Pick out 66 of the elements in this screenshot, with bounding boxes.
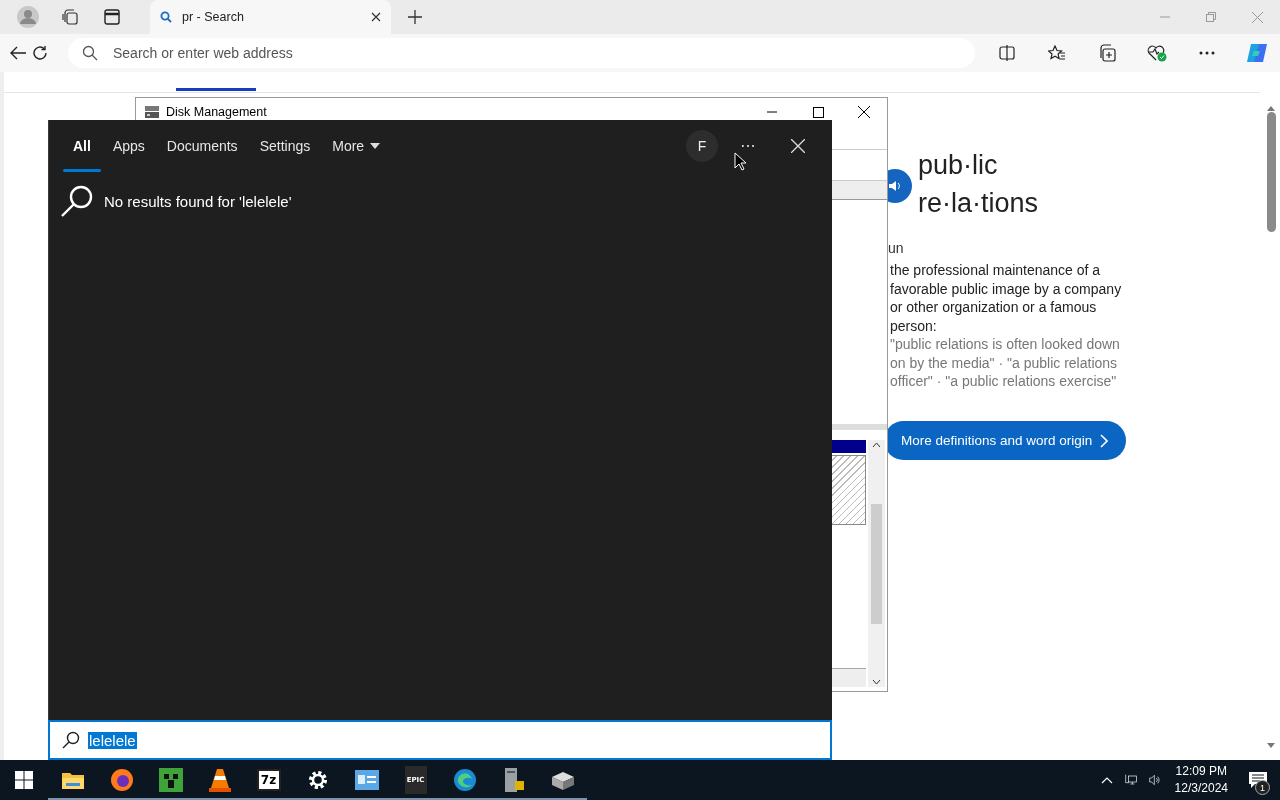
browser-tab[interactable]: pr - Search [150,0,391,34]
close-icon[interactable] [371,12,381,22]
headword: re·la·tions [918,187,1039,220]
server-lock-icon [502,766,525,793]
headword: pub·lic [918,149,999,182]
copilot-logo [1245,41,1269,65]
filter-tab[interactable]: All [62,120,102,172]
filter-tab[interactable]: Settings [248,120,322,172]
scrollbar-thumb[interactable] [1267,112,1276,232]
workspaces-icon [61,8,79,26]
filter-tab[interactable]: Documents [155,120,249,172]
tab-actions-icon [104,9,120,25]
window-title: Disk Management [166,105,267,119]
more-options-button[interactable]: ··· [728,130,768,162]
part-of-speech: un [888,240,904,256]
example-text: "public relations is often looked down on by the media" · "a public relations officer" · "a public relations exercise" [890,335,1121,391]
more-icon [1199,51,1215,55]
account-avatar[interactable]: F [686,130,718,162]
archive-logo: 7z [256,768,281,791]
split-screen-icon [999,45,1015,61]
search-icon [62,731,80,749]
mouse-pointer-icon [734,152,746,171]
settings-icon [306,768,329,791]
block-face-icon [158,767,183,792]
maximize-icon [812,106,824,118]
back-arrow-icon [10,46,26,60]
chevron-up-icon [1100,776,1113,784]
filter-tab[interactable]: More [321,120,392,172]
collections-icon [1098,44,1116,62]
definition-text: the professional maintenance of a favorable public image by a company or other organization or a famous person: [890,261,1123,335]
pronounce-button[interactable] [888,169,912,203]
chevron-right-icon [1100,433,1109,448]
star-list-icon [1048,45,1066,61]
restore-icon [1206,12,1216,22]
profile-icon [16,5,40,29]
tab-title: pr - Search [182,10,245,24]
filter-tab[interactable]: Apps [101,120,156,172]
close-icon [791,139,805,153]
heart-pulse-icon [1147,44,1167,62]
no-results-message: No results found for 'lelelele' [104,192,292,210]
scroll-up-arrow-icon[interactable] [1267,106,1275,111]
taskbar-app[interactable]: 7z [244,760,293,800]
id-card-icon [354,769,379,790]
disk-drive-icon [144,105,160,119]
notification-count: 1 [1255,780,1270,795]
address-bar[interactable]: Search or enter web address [68,38,975,68]
search-icon [160,11,172,23]
clock[interactable]: 12:09 PM 12/3/2024 [1166,763,1236,797]
plus-icon [408,10,422,24]
search-icon [60,184,94,218]
disk-scrollbar[interactable] [868,440,885,687]
traffic-cone-icon [208,767,231,792]
refresh-icon [32,45,48,61]
search-field[interactable]: lelelele [48,720,832,760]
speaker-icon [1148,772,1161,788]
search-icon [82,45,98,61]
network-icon [1124,772,1137,788]
close-icon [858,106,870,118]
browser-icon [109,767,134,792]
scroll-down-arrow-icon[interactable] [1267,743,1275,748]
close-icon [1251,11,1263,23]
windows-logo-icon [15,771,33,789]
notifications-button[interactable]: 1 [1236,760,1280,800]
caret-up-icon[interactable] [872,442,881,448]
caret-down-icon[interactable] [872,679,881,685]
wave-browser-icon [452,767,477,792]
